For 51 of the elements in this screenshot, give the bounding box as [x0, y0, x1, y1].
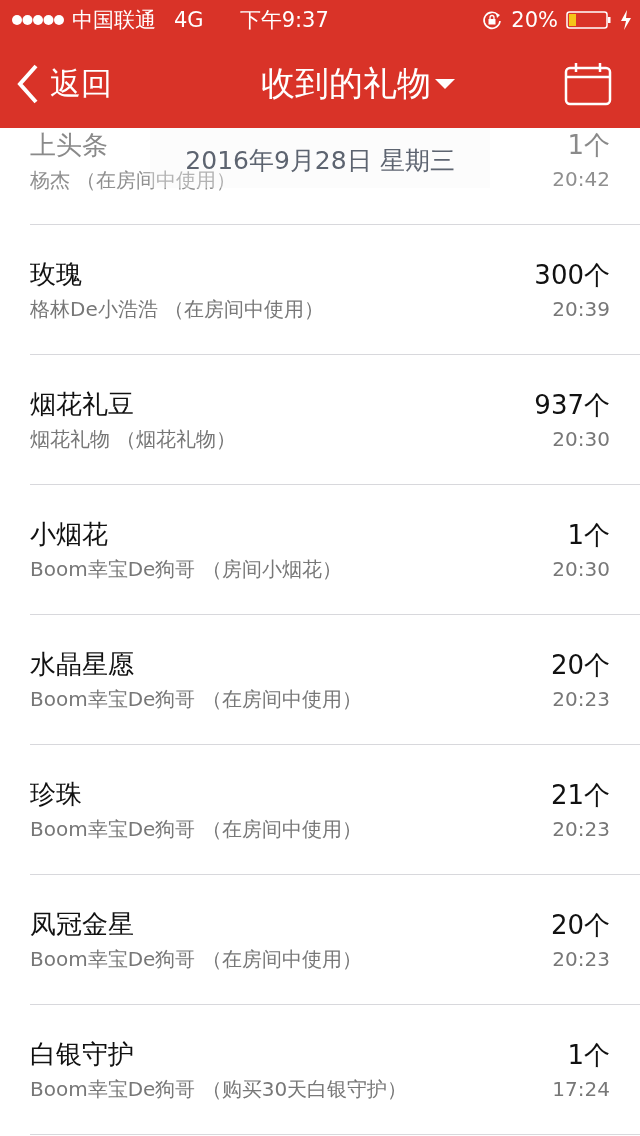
gift-count: 1个 — [567, 129, 610, 162]
gift-name: 凤冠金星 — [30, 907, 134, 941]
gift-count: 20个 — [550, 909, 610, 942]
gift-time: 20:23 — [552, 687, 610, 711]
title-dropdown[interactable]: 收到的礼物 — [261, 61, 455, 107]
gift-time: 20:23 — [552, 947, 610, 971]
gift-sender: Boom幸宝De狗哥 （在房间中使用） — [30, 945, 362, 973]
calendar-icon[interactable] — [564, 62, 612, 106]
battery-percent: 20% — [511, 8, 558, 32]
gift-sender: Boom幸宝De狗哥 （在房间中使用） — [30, 685, 362, 713]
charging-icon — [620, 10, 632, 30]
gift-row[interactable]: 白银守护 Boom幸宝De狗哥 （购买30天白银守护） 1个 17:24 — [30, 1005, 640, 1135]
gift-time: 20:30 — [552, 557, 610, 581]
gift-count: 21个 — [550, 779, 610, 812]
gift-name: 玫瑰 — [30, 257, 82, 291]
gift-sender: Boom幸宝De狗哥 （房间小烟花） — [30, 555, 342, 583]
gift-time: 20:39 — [552, 297, 610, 321]
gift-sender: 格林De小浩浩 （在房间中使用） — [30, 295, 325, 323]
gift-name: 烟花礼豆 — [30, 387, 134, 421]
gift-time: 17:24 — [552, 1077, 610, 1101]
back-chevron-icon — [16, 64, 40, 104]
network-type: 4G — [174, 8, 204, 32]
gift-count: 20个 — [550, 649, 610, 682]
gift-row[interactable]: 烟花礼豆 烟花礼物 （烟花礼物） 937个 20:30 — [30, 355, 640, 485]
gift-row[interactable]: 凤冠金星 Boom幸宝De狗哥 （在房间中使用） 20个 20:23 — [30, 875, 640, 1005]
carrier-name: 中国联通 — [72, 7, 156, 34]
gift-count: 937个 — [534, 389, 610, 422]
gift-row[interactable]: 玫瑰 格林De小浩浩 （在房间中使用） 300个 20:39 — [30, 225, 640, 355]
gift-count: 300个 — [534, 259, 610, 292]
gift-count: 1个 — [567, 519, 610, 552]
gift-row[interactable]: 珍珠 Boom幸宝De狗哥 （在房间中使用） 21个 20:23 — [30, 745, 640, 875]
gift-name: 上头条 — [30, 129, 108, 162]
gift-name: 水晶星愿 — [30, 647, 134, 681]
gift-name: 小烟花 — [30, 517, 108, 551]
back-button[interactable]: 返回 — [16, 63, 112, 105]
gift-time: 20:30 — [552, 427, 610, 451]
rotation-lock-icon — [481, 9, 504, 31]
gift-sender: Boom幸宝De狗哥 （购买30天白银守护） — [30, 1075, 408, 1103]
gift-name: 白银守护 — [30, 1037, 134, 1071]
gift-row[interactable]: 水晶星愿 Boom幸宝De狗哥 （在房间中使用） 20个 20:23 — [30, 615, 640, 745]
gift-count: 1个 — [567, 1039, 610, 1072]
gift-time: 20:23 — [552, 817, 610, 841]
gift-sender: Boom幸宝De狗哥 （在房间中使用） — [30, 815, 362, 843]
caret-icon — [435, 79, 455, 89]
gift-name: 珍珠 — [30, 777, 82, 811]
status-time: 下午9:37 — [239, 7, 330, 34]
signal-icon — [12, 14, 64, 26]
gift-sender: 烟花礼物 （烟花礼物） — [30, 425, 237, 453]
gift-row[interactable]: 小烟花 Boom幸宝De狗哥 （房间小烟花） 1个 20:30 — [30, 485, 640, 615]
gift-time: 20:42 — [552, 167, 610, 191]
battery-icon — [566, 10, 612, 30]
